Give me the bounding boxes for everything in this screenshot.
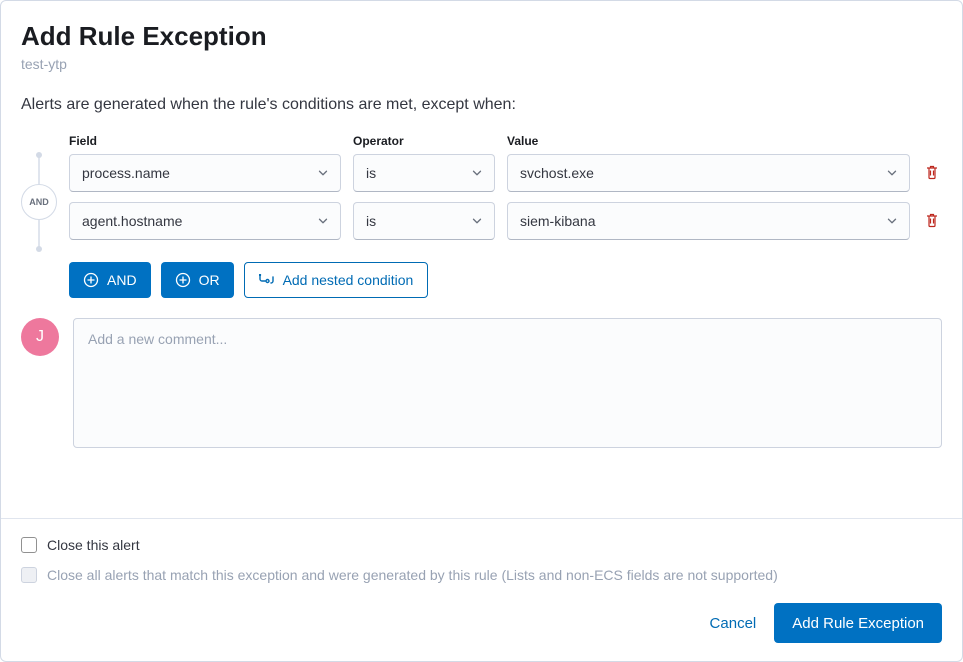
conditions-wrapper: AND Field Operator Value process.name	[21, 134, 942, 250]
delete-condition-button[interactable]	[922, 163, 942, 183]
condition-row: agent.hostname is siem-kibana	[69, 202, 942, 240]
field-select-value: process.name	[82, 165, 170, 181]
conditions-grid: Field Operator Value process.name is	[69, 134, 942, 250]
modal-footer: Close this alert Close all alerts that m…	[1, 518, 962, 661]
add-nested-condition-button[interactable]: Add nested condition	[244, 262, 429, 298]
add-and-button[interactable]: AND	[69, 262, 151, 298]
field-select[interactable]: process.name	[69, 154, 341, 192]
chevron-down-icon	[316, 214, 330, 228]
close-alert-row: Close this alert	[21, 537, 942, 553]
connector-dot-icon	[36, 152, 42, 158]
close-alert-checkbox[interactable]	[21, 537, 37, 553]
comment-input[interactable]	[73, 318, 942, 448]
trash-icon	[924, 164, 940, 183]
operator-select[interactable]: is	[353, 154, 495, 192]
value-select-value: siem-kibana	[520, 213, 595, 229]
chevron-down-icon	[885, 214, 899, 228]
column-headers: Field Operator Value	[69, 134, 942, 148]
nested-icon	[259, 274, 275, 286]
operator-column-header: Operator	[353, 134, 495, 148]
rule-name-subtitle: test-ytp	[21, 56, 942, 72]
modal-body: Add Rule Exception test-ytp Alerts are g…	[1, 1, 962, 518]
condition-action-buttons: AND OR Add nested condition	[69, 262, 942, 298]
value-select[interactable]: svchost.exe	[507, 154, 910, 192]
delete-condition-button[interactable]	[922, 211, 942, 231]
operator-select[interactable]: is	[353, 202, 495, 240]
operator-select-value: is	[366, 165, 376, 181]
chevron-down-icon	[885, 166, 899, 180]
close-alert-label: Close this alert	[47, 537, 140, 553]
avatar: J	[21, 318, 59, 356]
and-connector: AND	[21, 134, 57, 250]
modal-title: Add Rule Exception	[21, 21, 942, 52]
close-all-alerts-row: Close all alerts that match this excepti…	[21, 567, 942, 583]
field-select[interactable]: agent.hostname	[69, 202, 341, 240]
trash-icon	[924, 212, 940, 231]
nested-button-label: Add nested condition	[283, 272, 414, 288]
operator-select-value: is	[366, 213, 376, 229]
connector-dot-icon	[36, 246, 42, 252]
value-select-value: svchost.exe	[520, 165, 594, 181]
footer-actions: Cancel Add Rule Exception	[21, 603, 942, 643]
value-select[interactable]: siem-kibana	[507, 202, 910, 240]
field-select-value: agent.hostname	[82, 213, 182, 229]
or-button-label: OR	[199, 272, 220, 288]
condition-row: process.name is svchost.exe	[69, 154, 942, 192]
chevron-down-icon	[470, 166, 484, 180]
and-button-label: AND	[107, 272, 137, 288]
chevron-down-icon	[316, 166, 330, 180]
cancel-button[interactable]: Cancel	[710, 615, 757, 632]
comment-section: J	[21, 318, 942, 448]
and-badge: AND	[21, 184, 57, 220]
submit-button[interactable]: Add Rule Exception	[774, 603, 942, 643]
close-all-alerts-label: Close all alerts that match this excepti…	[47, 567, 778, 583]
value-column-header: Value	[507, 134, 910, 148]
add-rule-exception-modal: Add Rule Exception test-ytp Alerts are g…	[0, 0, 963, 662]
plus-circle-icon	[175, 272, 191, 288]
add-or-button[interactable]: OR	[161, 262, 234, 298]
close-all-alerts-checkbox	[21, 567, 37, 583]
field-column-header: Field	[69, 134, 341, 148]
chevron-down-icon	[470, 214, 484, 228]
plus-circle-icon	[83, 272, 99, 288]
conditions-description: Alerts are generated when the rule's con…	[21, 96, 942, 114]
